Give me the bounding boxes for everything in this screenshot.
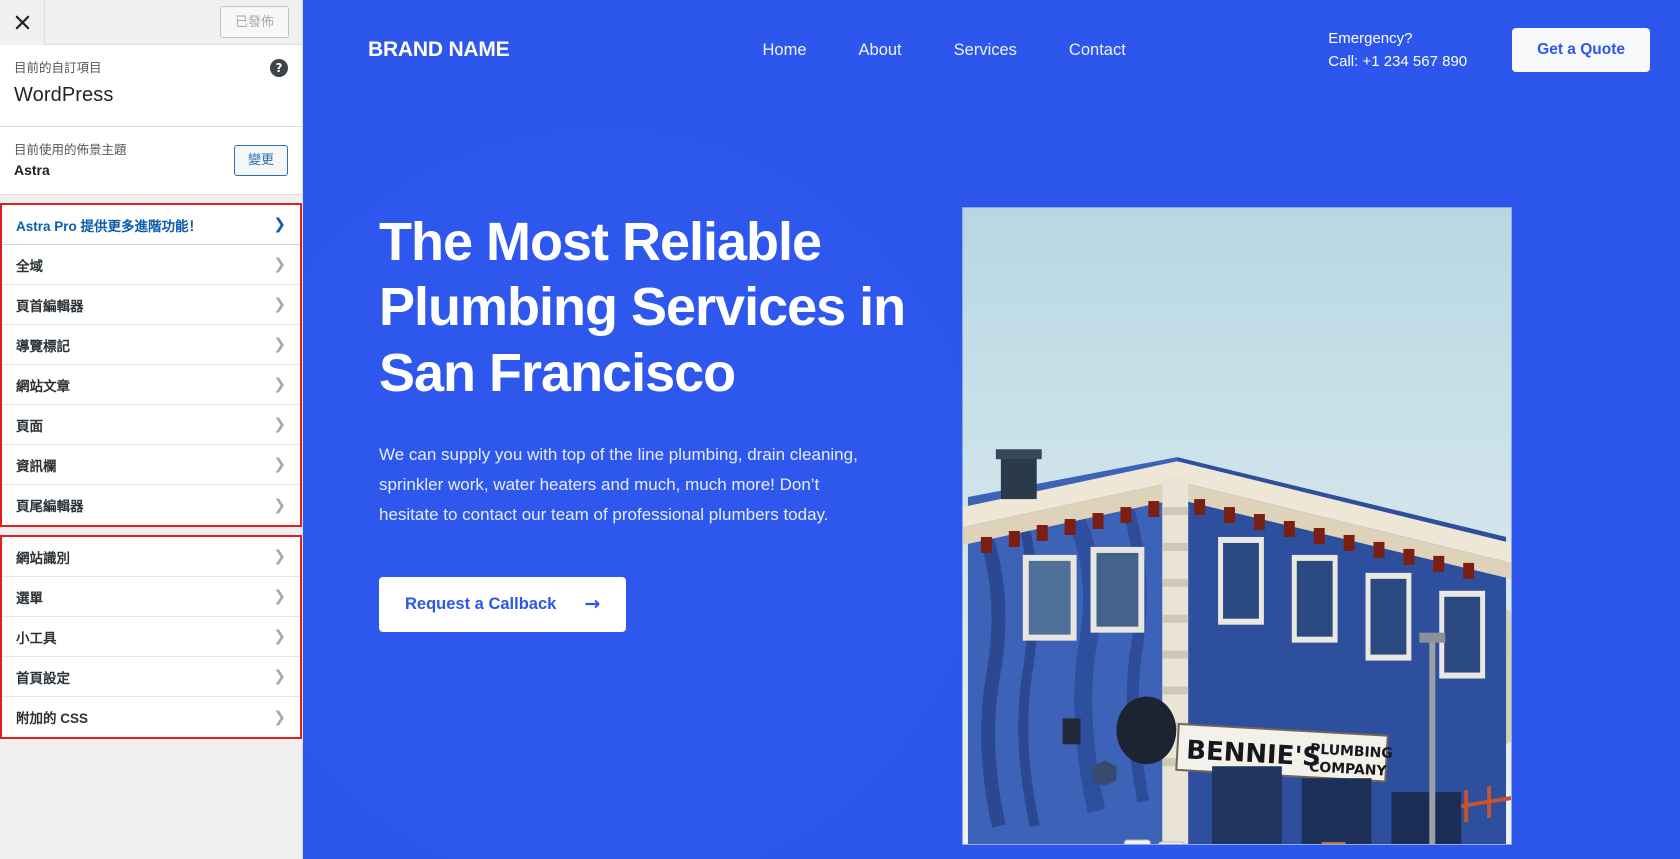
emergency-phone: Call: +1 234 567 890 <box>1328 53 1468 70</box>
sidebar-item-menus[interactable]: 選單 ❯ <box>2 577 300 618</box>
sidebar-item-widgets[interactable]: 小工具 ❯ <box>2 617 300 658</box>
chevron-right-icon: ❯ <box>273 415 286 434</box>
hero-title: The Most Reliable Plumbing Services in S… <box>379 212 906 403</box>
sidebar-group-two: 網站識別 ❯ 選單 ❯ 小工具 ❯ 首頁設定 ❯ 附加的 CSS ❯ <box>0 535 302 740</box>
active-theme-panel: 目前使用的佈景主題 Astra 變更 <box>0 126 302 196</box>
sidebar-item-global[interactable]: 全域 ❯ <box>2 245 300 286</box>
current-customization-label: 目前的自訂項目 <box>14 61 102 75</box>
sidebar-item-label: 選單 <box>16 590 43 606</box>
sidebar-item-label: 首頁設定 <box>16 670 70 686</box>
sidebar-gap-middle <box>0 527 302 536</box>
chevron-right-icon: ❯ <box>273 547 286 566</box>
hero-content: The Most Reliable Plumbing Services in S… <box>379 100 939 632</box>
nav-link-services[interactable]: Services <box>954 41 1017 60</box>
sidebar-empty-space <box>0 739 302 859</box>
request-callback-label: Request a Callback <box>405 594 557 613</box>
sidebar-item-pages[interactable]: 頁面 ❯ <box>2 405 300 446</box>
chevron-right-icon: ❯ <box>273 215 286 234</box>
site-header: BRAND NAME Home About Services Contact E… <box>303 0 1680 100</box>
sidebar-item-astra-pro[interactable]: Astra Pro 提供更多進階功能！ ❯ <box>2 205 300 246</box>
arrow-right-icon: → <box>584 592 601 615</box>
publish-button[interactable]: 已發佈 <box>219 5 289 39</box>
hero-paragraph: We can supply you with top of the line p… <box>379 444 858 525</box>
primary-navigation: Home About Services Contact <box>763 41 1126 60</box>
header-right: Emergency? Call: +1 234 567 890 Get a Qu… <box>1328 27 1650 74</box>
active-theme-name: Astra <box>14 161 50 178</box>
chevron-right-icon: ❯ <box>273 495 286 514</box>
emergency-contact: Emergency? Call: +1 234 567 890 <box>1328 27 1467 74</box>
chevron-right-icon: ❯ <box>273 587 286 606</box>
active-theme-text: 目前使用的佈景主題 Astra <box>14 141 127 180</box>
sidebar-item-label: 導覽標記 <box>16 338 70 354</box>
sidebar-item-label: 小工具 <box>16 630 57 646</box>
sidebar-item-blog[interactable]: 網站文章 ❯ <box>2 365 300 406</box>
chevron-right-icon: ❯ <box>273 375 286 394</box>
sidebar-item-site-identity[interactable]: 網站識別 ❯ <box>2 537 300 578</box>
chevron-right-icon: ❯ <box>273 335 286 354</box>
customizer-sidebar: 已發佈 目前的自訂項目 WordPress ? 目前使用的佈景主題 Astra … <box>0 0 303 859</box>
change-theme-button[interactable]: 變更 <box>233 145 288 176</box>
chevron-right-icon: ❯ <box>273 295 286 314</box>
sidebar-item-sidebar[interactable]: 資訊欄 ❯ <box>2 445 300 486</box>
sidebar-gap-top <box>0 195 302 204</box>
active-theme-label: 目前使用的佈景主題 <box>14 142 127 157</box>
brand-logo[interactable]: BRAND NAME <box>368 38 510 62</box>
get-a-quote-button[interactable]: Get a Quote <box>1512 28 1650 72</box>
sidebar-item-homepage-settings[interactable]: 首頁設定 ❯ <box>2 657 300 698</box>
hero-section: The Most Reliable Plumbing Services in S… <box>303 100 1680 632</box>
current-customization-value: WordPress <box>14 83 114 106</box>
chevron-right-icon: ❯ <box>273 627 286 646</box>
sidebar-item-footer-builder[interactable]: 頁尾編輯器 ❯ <box>2 485 300 526</box>
help-circle-icon[interactable]: ? <box>270 59 288 77</box>
customizer-app: 已發佈 目前的自訂項目 WordPress ? 目前使用的佈景主題 Astra … <box>0 0 1680 859</box>
sidebar-group-one: Astra Pro 提供更多進階功能！ ❯ 全域 ❯ 頁首編輯器 ❯ 導覽標記 … <box>0 203 302 528</box>
sidebar-topbar: 已發佈 <box>0 0 302 45</box>
sidebar-item-label: 頁首編輯器 <box>16 298 84 314</box>
sidebar-item-label: 頁尾編輯器 <box>16 499 84 515</box>
sidebar-item-label: 附加的 CSS <box>16 711 89 727</box>
sidebar-item-label: 資訊欄 <box>16 458 57 474</box>
sidebar-item-label: 頁面 <box>16 418 43 434</box>
request-callback-button[interactable]: Request a Callback → <box>379 576 627 632</box>
site-preview: BRAND NAME Home About Services Contact E… <box>303 0 1680 859</box>
sidebar-item-additional-css[interactable]: 附加的 CSS ❯ <box>2 697 300 738</box>
nav-link-home[interactable]: Home <box>763 41 807 60</box>
publish-area: 已發佈 <box>45 5 302 39</box>
sidebar-item-label: Astra Pro 提供更多進階功能！ <box>16 218 203 234</box>
nav-link-about[interactable]: About <box>859 41 902 60</box>
chevron-right-icon: ❯ <box>273 667 286 686</box>
sidebar-item-header-builder[interactable]: 頁首編輯器 ❯ <box>2 285 300 326</box>
nav-link-contact[interactable]: Contact <box>1069 41 1126 60</box>
sidebar-item-label: 網站文章 <box>16 378 70 394</box>
chevron-right-icon: ❯ <box>273 255 286 274</box>
chevron-right-icon: ❯ <box>273 455 286 474</box>
close-icon[interactable] <box>0 0 45 45</box>
emergency-label: Emergency? <box>1328 29 1413 47</box>
sidebar-item-label: 全域 <box>16 258 43 274</box>
sidebar-item-breadcrumb[interactable]: 導覽標記 ❯ <box>2 325 300 366</box>
chevron-right-icon: ❯ <box>273 707 286 726</box>
current-customization-panel: 目前的自訂項目 WordPress ? <box>0 45 302 127</box>
sidebar-item-label: 網站識別 <box>16 550 70 566</box>
